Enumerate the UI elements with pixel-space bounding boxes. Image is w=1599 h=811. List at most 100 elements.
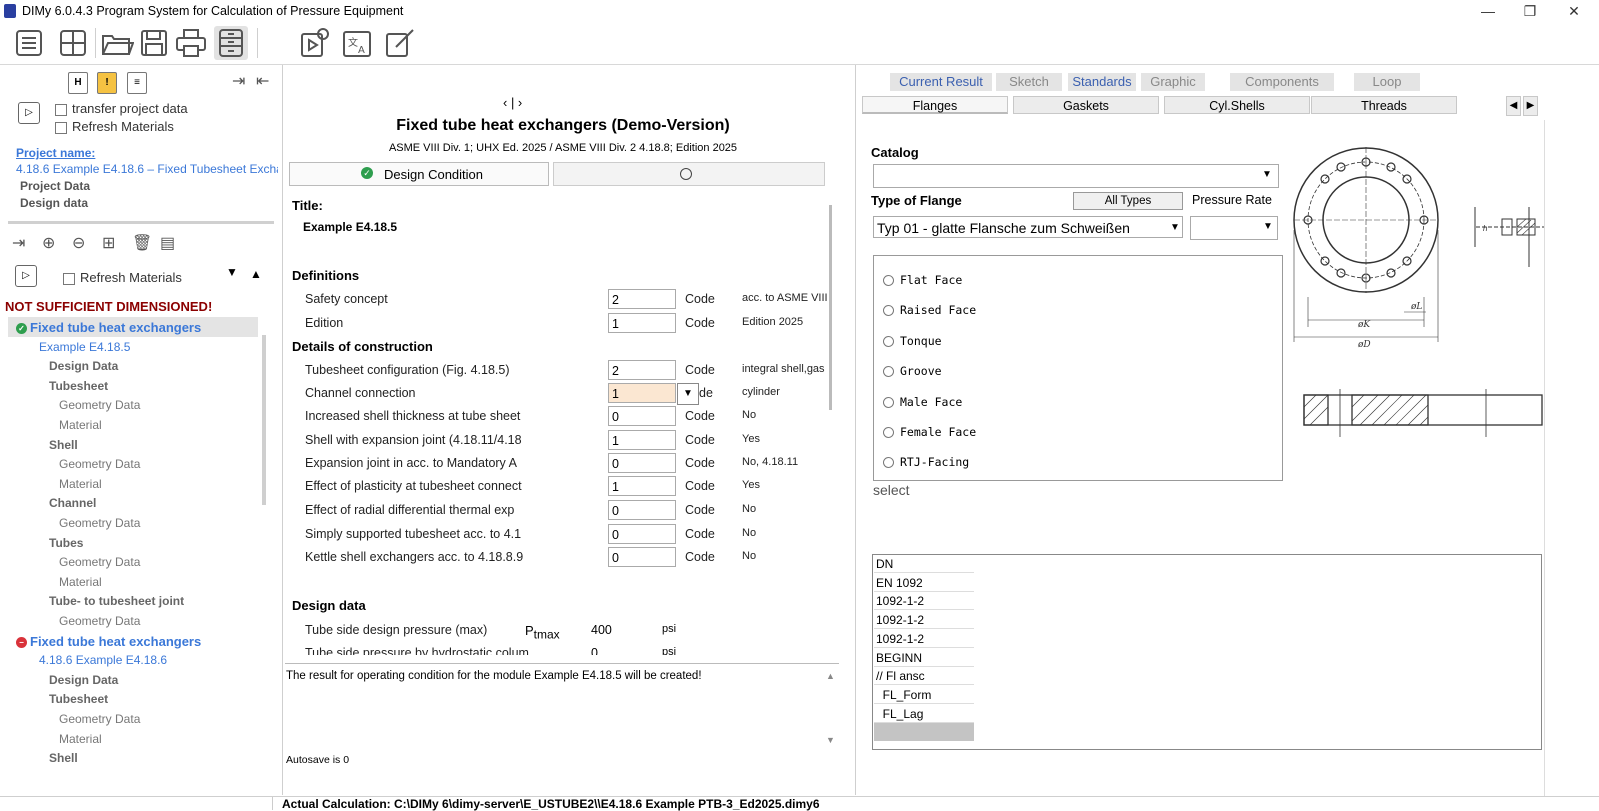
tree-scrollbar[interactable]: [262, 335, 266, 505]
design-data-link[interactable]: Design data: [20, 196, 88, 210]
tree-export-icon[interactable]: ⇥: [12, 233, 25, 253]
subtab-prev-icon[interactable]: ◀: [1506, 96, 1521, 116]
dn-row[interactable]: FL_Form: [874, 686, 974, 704]
value-input[interactable]: 0: [608, 453, 676, 473]
tab-second-condition[interactable]: [553, 162, 825, 186]
project-data-link[interactable]: Project Data: [20, 179, 90, 193]
subtab[interactable]: Flanges: [862, 96, 1008, 114]
tree-item[interactable]: Material: [59, 575, 102, 589]
flange-type-select[interactable]: Typ 01 - glatte Flansche zum Schweißen ▼: [873, 216, 1183, 238]
tree-item[interactable]: − Fixed tube heat exchangers: [16, 634, 201, 649]
remove-icon[interactable]: ⊖: [72, 233, 85, 253]
h-icon[interactable]: H: [68, 72, 88, 94]
delete-icon[interactable]: 🗑: [132, 233, 152, 253]
tree-item[interactable]: Design Data: [49, 673, 118, 687]
tree-item[interactable]: Design Data: [49, 359, 118, 373]
value-input[interactable]: 0: [608, 547, 676, 567]
maximize-button[interactable]: ❐: [1512, 2, 1548, 20]
subtab[interactable]: Threads: [1311, 96, 1457, 114]
facing-radio[interactable]: Groove: [883, 364, 942, 378]
subtab[interactable]: Gaskets: [1013, 96, 1159, 114]
all-types-button[interactable]: All Types: [1073, 192, 1183, 210]
save-icon[interactable]: [137, 26, 171, 60]
right-tab[interactable]: Loop: [1354, 73, 1420, 91]
value-input[interactable]: 0: [608, 406, 676, 426]
chevron-down-icon[interactable]: ▼: [677, 383, 699, 405]
database-icon[interactable]: [214, 26, 248, 60]
dn-row[interactable]: FL_Lag: [874, 705, 974, 723]
record-navigation[interactable]: ‹ | ›: [503, 95, 522, 110]
menu-icon[interactable]: [12, 26, 46, 60]
dn-row[interactable]: EN 1092: [874, 574, 974, 592]
right-tab[interactable]: Current Result: [890, 73, 992, 91]
value-input[interactable]: 0: [608, 524, 676, 544]
value-input[interactable]: 1: [608, 476, 676, 496]
title-value[interactable]: Example E4.18.5: [303, 220, 397, 234]
edit-icon[interactable]: [383, 26, 417, 60]
tree-item[interactable]: Shell: [49, 438, 78, 452]
tree-item[interactable]: Geometry Data: [59, 614, 140, 628]
tree-item[interactable]: Shell: [49, 751, 78, 765]
tree-item[interactable]: Material: [59, 732, 102, 746]
message-scroll-down-icon[interactable]: ▼: [826, 735, 835, 745]
collapse-down-icon[interactable]: ▼: [226, 265, 238, 279]
dn-row[interactable]: BEGINN: [874, 649, 974, 667]
facing-radio[interactable]: Tonque: [883, 334, 942, 348]
expand-up-icon[interactable]: ▲: [250, 267, 262, 281]
value-input[interactable]: 1: [608, 383, 676, 403]
tree-item[interactable]: Material: [59, 477, 102, 491]
splitter[interactable]: [8, 221, 274, 224]
dn-row[interactable]: DN: [874, 555, 974, 573]
pressure-rate-select[interactable]: ▼: [1190, 216, 1278, 240]
tree-item[interactable]: Geometry Data: [59, 555, 140, 569]
facing-radio[interactable]: Flat Face: [883, 273, 962, 287]
print-icon[interactable]: [174, 26, 208, 60]
transfer-project-checkbox[interactable]: transfer project data: [55, 101, 188, 116]
right-tab[interactable]: Sketch: [996, 73, 1062, 91]
tree-item[interactable]: 4.18.6 Example E4.18.6: [39, 653, 167, 667]
project-name-label[interactable]: Project name:: [16, 146, 95, 160]
play-icon[interactable]: ▷: [18, 102, 40, 124]
run-settings-icon[interactable]: [298, 26, 332, 60]
catalog-select[interactable]: ▼: [873, 164, 1279, 188]
value-input[interactable]: 1: [608, 430, 676, 450]
dn-row[interactable]: 1092-1-2: [874, 630, 974, 648]
tree-play-icon[interactable]: ▷: [15, 265, 37, 287]
note-icon[interactable]: ▤: [160, 233, 175, 253]
tree-item[interactable]: Geometry Data: [59, 712, 140, 726]
export-icon[interactable]: ⇥: [232, 71, 245, 91]
right-tab[interactable]: Graphic: [1141, 73, 1205, 91]
pressure-value[interactable]: 400: [591, 623, 612, 637]
close-button[interactable]: ✕: [1556, 2, 1592, 20]
tree-item[interactable]: Channel: [49, 496, 96, 510]
comment-icon[interactable]: ≡: [127, 72, 147, 94]
refresh-materials-checkbox[interactable]: Refresh Materials: [63, 270, 182, 285]
tab-design-condition[interactable]: ✓ Design Condition: [289, 162, 549, 186]
tree-item[interactable]: Tubesheet: [49, 692, 108, 706]
hydrostatic-value[interactable]: 0: [591, 646, 598, 655]
facing-radio[interactable]: Raised Face: [883, 303, 976, 317]
tree-item[interactable]: Geometry Data: [59, 457, 140, 471]
tree-item[interactable]: Geometry Data: [59, 398, 140, 412]
value-input[interactable]: 0: [608, 500, 676, 520]
tree-item[interactable]: ✓ Fixed tube heat exchangers: [16, 320, 201, 335]
tree-item[interactable]: Tubes: [49, 536, 83, 550]
import-icon[interactable]: ⇤: [256, 71, 269, 91]
value-input[interactable]: 1: [608, 313, 676, 333]
warning-icon[interactable]: !: [97, 72, 117, 94]
facing-radio[interactable]: Male Face: [883, 395, 962, 409]
dn-row[interactable]: 1092-1-2: [874, 611, 974, 630]
tree-item[interactable]: Geometry Data: [59, 516, 140, 530]
subtab-next-icon[interactable]: ▶: [1523, 96, 1538, 116]
refresh-materials-top-checkbox[interactable]: Refresh Materials: [55, 119, 174, 134]
tree-item[interactable]: Material: [59, 418, 102, 432]
tree-item[interactable]: Tube- to tubesheet joint: [49, 594, 184, 608]
right-tab[interactable]: Components: [1230, 73, 1334, 91]
facing-radio[interactable]: RTJ-Facing: [883, 455, 969, 469]
tree-item[interactable]: Example E4.18.5: [39, 340, 130, 354]
add-box-icon[interactable]: ⊞: [102, 233, 115, 253]
dn-row[interactable]: // Fl ansc: [874, 667, 974, 686]
add-icon[interactable]: ⊕: [42, 233, 55, 253]
translate-icon[interactable]: 文A: [340, 26, 374, 60]
facing-radio[interactable]: Female Face: [883, 425, 976, 439]
